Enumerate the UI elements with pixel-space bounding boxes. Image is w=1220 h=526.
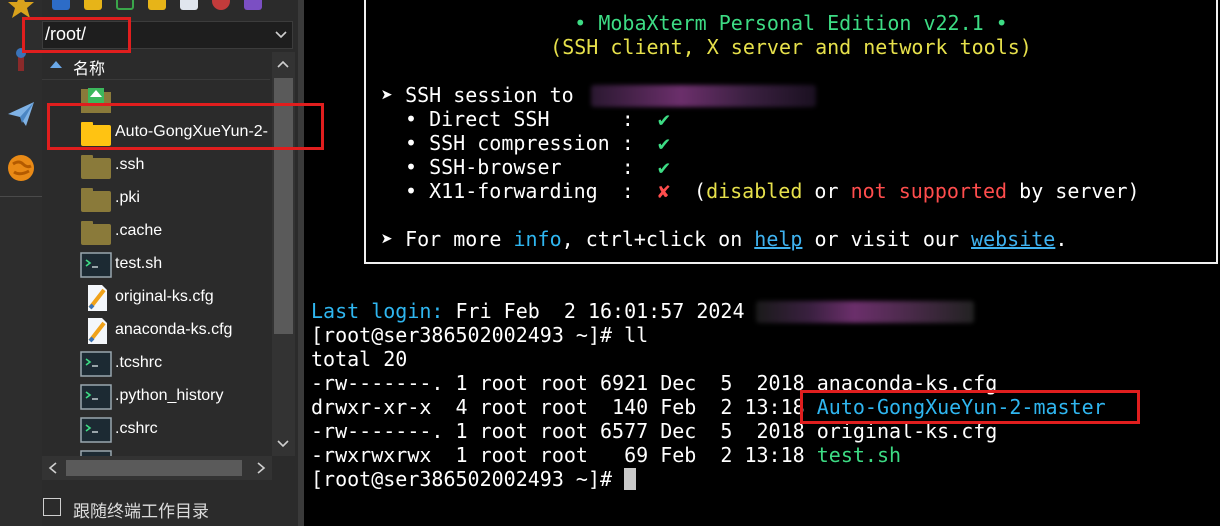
globe-icon[interactable] <box>0 148 42 188</box>
check-icon: ✔ <box>657 107 670 131</box>
file-row-file[interactable]: test.sh <box>42 249 272 282</box>
horizontal-scroll-thumb[interactable] <box>66 460 242 476</box>
file-row-file[interactable]: .tcshrc <box>42 348 272 381</box>
script-icon <box>80 417 112 443</box>
banner-title: • MobaXterm Personal Edition v22.1 • <box>574 11 1008 35</box>
help-link[interactable]: help <box>754 227 802 251</box>
file-name: original-ks.cfg <box>115 288 214 305</box>
upload-icon[interactable] <box>84 0 102 10</box>
file-name: .tcshrc <box>115 354 163 371</box>
follow-terminal-label: 跟随终端工作目录 <box>73 502 209 521</box>
annotation-box-path <box>22 17 131 53</box>
more-info-line: ➤ For more info, ctrl+click on help or v… <box>381 227 1068 251</box>
browser-toolbar <box>42 0 298 14</box>
file-name: test.sh <box>115 255 163 272</box>
check-icon: ✔ <box>657 131 670 155</box>
check-icon: ✔ <box>657 155 670 179</box>
file-row-folder[interactable]: .ssh <box>42 150 272 183</box>
sftp-paper-plane-icon[interactable] <box>0 94 42 134</box>
file-row-file[interactable]: anaconda-ks.cfg <box>42 315 272 348</box>
folder-icon <box>81 188 111 212</box>
follow-terminal-checkbox[interactable] <box>43 498 61 516</box>
file-name: .python_history <box>115 387 224 404</box>
listing-row: -rwxrwxrwx 1 root root 69 Feb 2 13:18 te… <box>311 443 902 467</box>
redacted-host <box>591 85 816 107</box>
file-name: anaconda-ks.cfg <box>115 321 233 338</box>
sidebar-rail <box>0 0 42 526</box>
command-line: [root@ser386502002493 ~]# ll <box>311 323 648 347</box>
feature-x11-forwarding: • X11-forwarding : ✘ (disabled or not su… <box>405 179 1140 203</box>
follow-terminal-option[interactable]: 跟随终端工作目录 <box>42 494 298 522</box>
redacted-ip <box>756 301 974 323</box>
script-icon <box>80 450 112 456</box>
text-cursor <box>624 468 637 490</box>
horizontal-scrollbar[interactable] <box>42 456 272 480</box>
chevron-down-icon[interactable] <box>270 22 292 48</box>
feature-ssh-browser: • SSH-browser : ✔ <box>405 155 670 179</box>
download-icon[interactable] <box>52 0 70 10</box>
rail-separator <box>0 196 42 197</box>
file-name: .cache <box>115 222 163 239</box>
file-row-file[interactable]: .python_history <box>42 381 272 414</box>
welcome-banner: • MobaXterm Personal Edition v22.1 • (SS… <box>364 0 1218 264</box>
folder-icon <box>81 155 111 179</box>
banner-subtitle: (SSH client, X server and network tools) <box>550 35 1032 59</box>
ssh-session-prefix: ➤ SSH session to <box>381 83 574 107</box>
info-link[interactable]: info <box>513 227 561 251</box>
column-header-name[interactable]: 名称 <box>42 52 270 80</box>
new-file-icon[interactable] <box>180 0 198 10</box>
file-row-partial <box>42 447 272 456</box>
file-name: .cshrc <box>115 420 158 437</box>
file-row-folder[interactable]: .cache <box>42 216 272 249</box>
website-link[interactable]: website <box>971 227 1055 251</box>
file-row-file[interactable]: original-ks.cfg <box>42 282 272 315</box>
rename-icon[interactable] <box>244 0 262 10</box>
scroll-left-icon[interactable] <box>48 462 58 474</box>
annotation-box-folder <box>47 103 324 150</box>
refresh-icon[interactable] <box>116 0 134 10</box>
folder-icon <box>81 221 111 245</box>
feature-ssh-compression: • SSH compression : ✔ <box>405 131 670 155</box>
feature-direct-ssh: • Direct SSH : ✔ <box>405 107 670 131</box>
listing-total: total 20 <box>311 347 408 371</box>
file-row-folder[interactable]: .pki <box>42 183 272 216</box>
scroll-right-icon[interactable] <box>256 462 266 474</box>
new-folder-icon[interactable] <box>148 0 166 10</box>
terminal-session[interactable]: • MobaXterm Personal Edition v22.1 • (SS… <box>304 0 1220 526</box>
sort-ascending-icon <box>50 61 62 68</box>
ssh-session-line: ➤ SSH session to <box>381 83 574 107</box>
script-icon <box>80 252 112 278</box>
annotation-box-terminal-dir <box>800 390 1140 424</box>
file-name: .pki <box>115 189 140 206</box>
sftp-file-browser: /root/ 名称 Auto-GongXueYun-2- .ssh .pki .… <box>42 0 298 526</box>
cross-icon: ✘ <box>657 179 670 203</box>
config-file-icon <box>88 285 107 311</box>
shell-command: ll <box>624 323 649 347</box>
shell-prompt: [root@ser386502002493 ~]# <box>311 323 625 347</box>
scroll-up-icon[interactable] <box>277 60 289 68</box>
last-login-line: Last login: Fri Feb 2 16:01:57 2024 <box>311 299 745 323</box>
active-prompt-line[interactable]: [root@ser386502002493 ~]# <box>311 467 637 491</box>
config-file-icon <box>88 318 107 344</box>
file-name: .ssh <box>115 156 145 173</box>
column-header-label: 名称 <box>73 61 106 78</box>
shell-prompt: [root@ser386502002493 ~]# <box>311 467 625 491</box>
script-icon <box>80 351 112 377</box>
delete-icon[interactable] <box>212 0 230 10</box>
script-icon <box>80 384 112 410</box>
file-row-file[interactable]: .cshrc <box>42 414 272 447</box>
scroll-down-icon[interactable] <box>277 440 289 448</box>
listing-exec-filename: test.sh <box>816 443 902 467</box>
